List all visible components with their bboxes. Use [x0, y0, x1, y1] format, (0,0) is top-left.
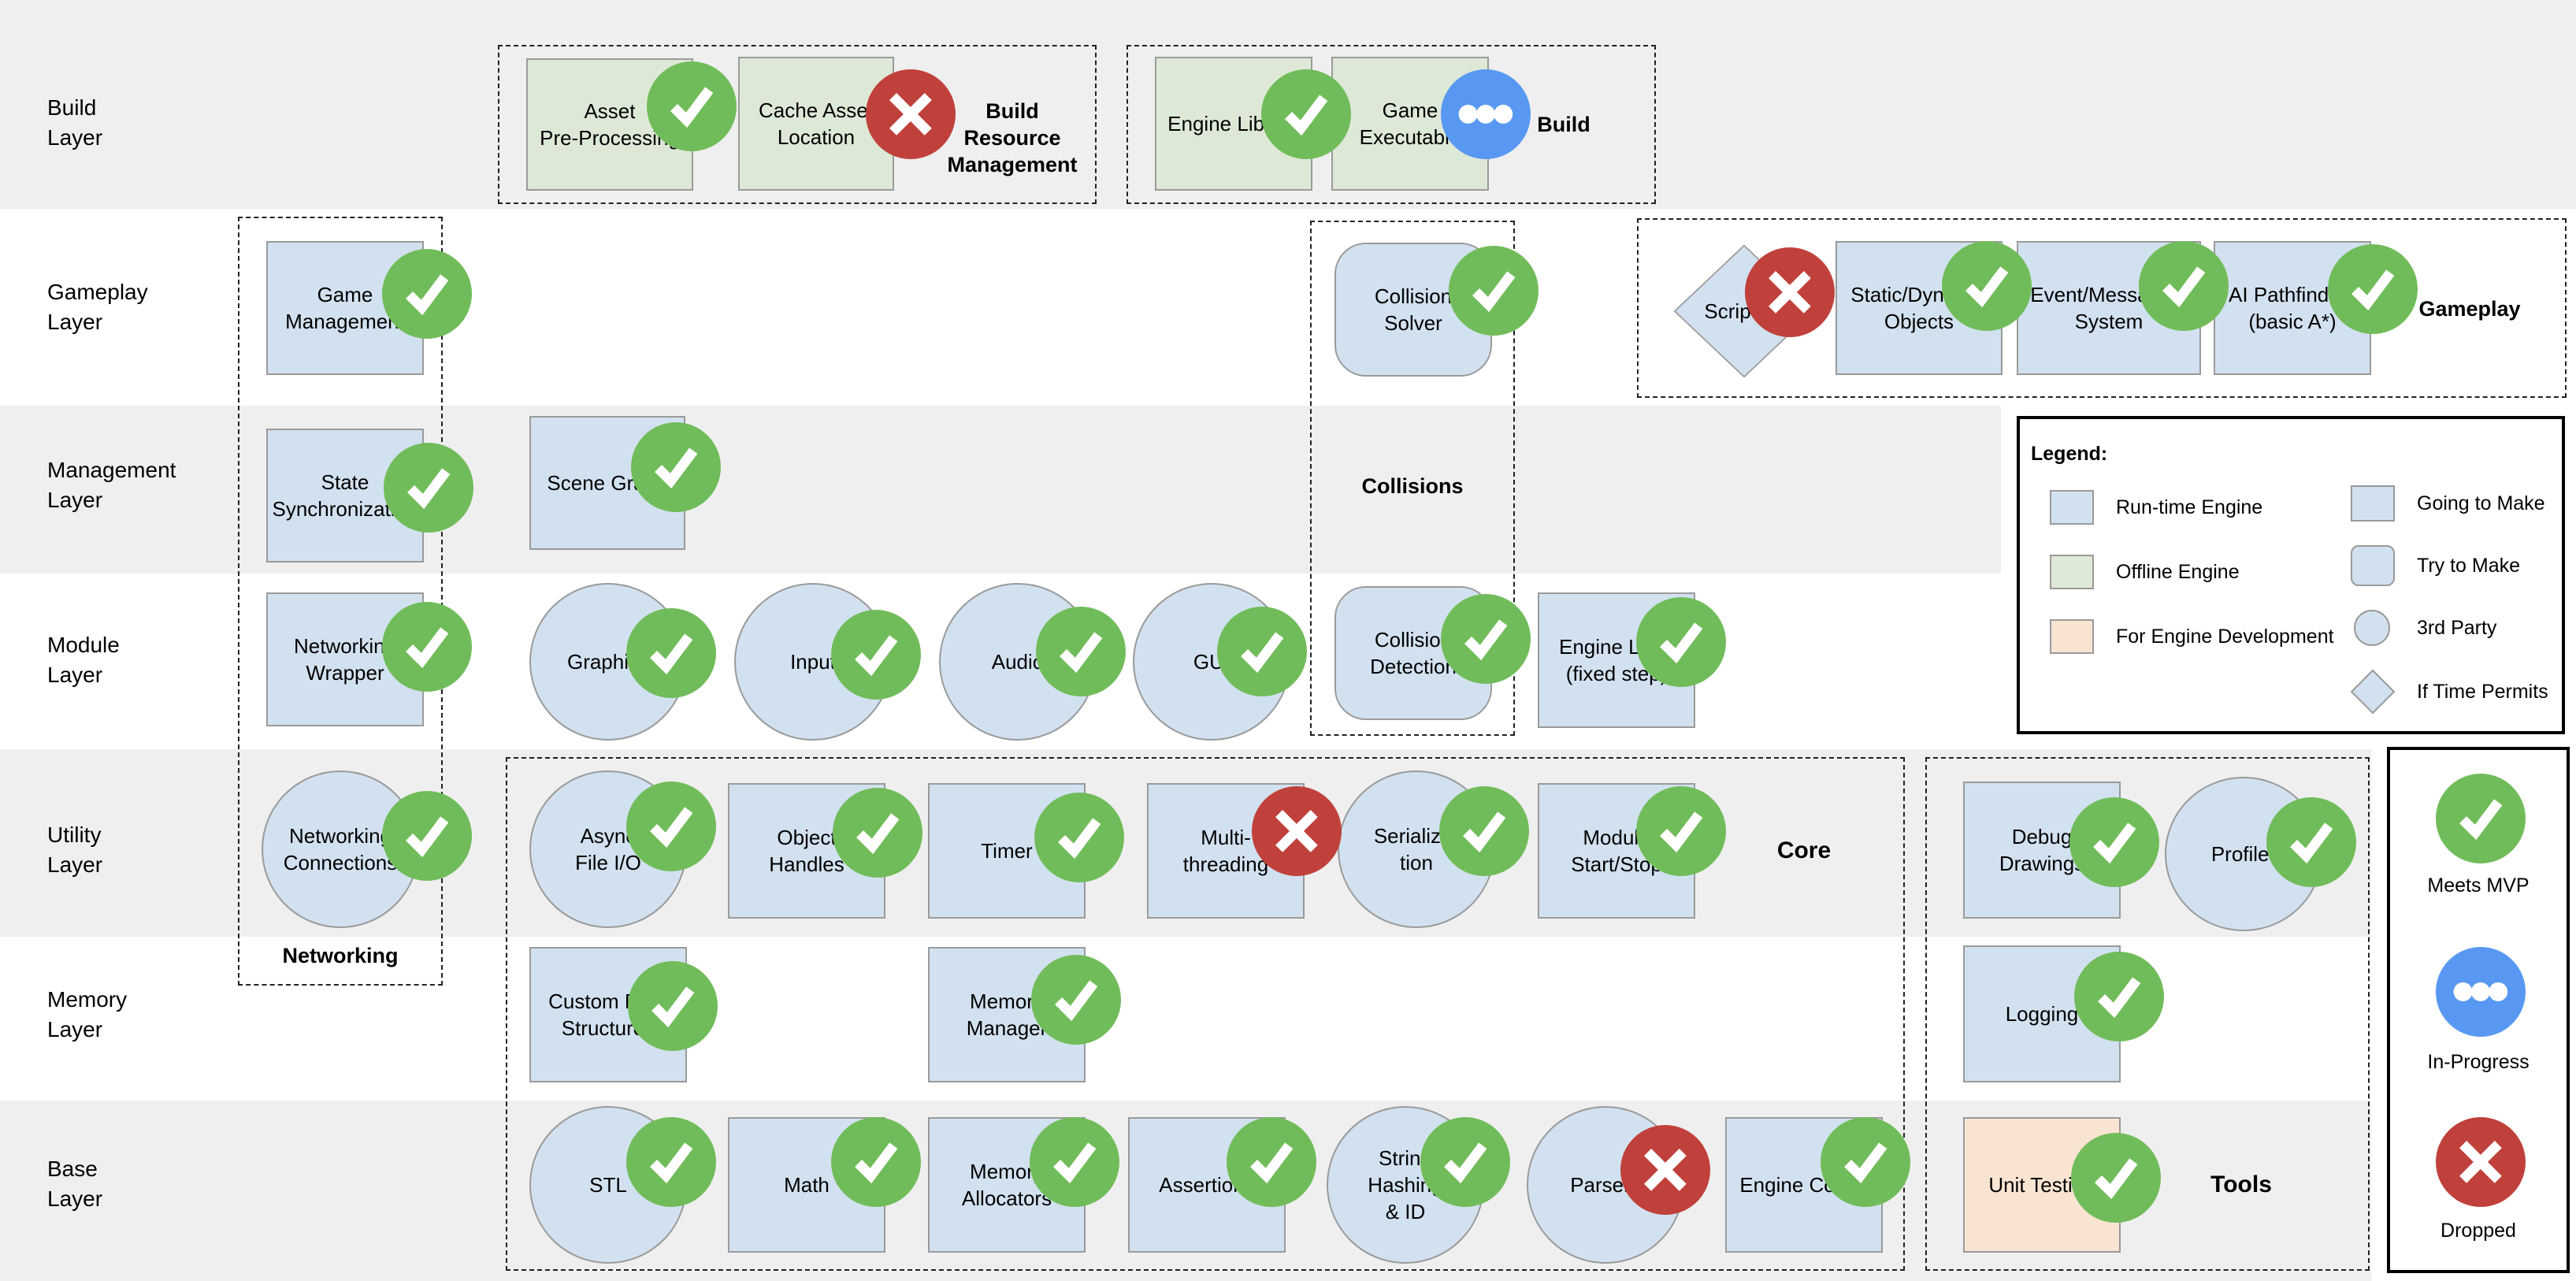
legend-label: Going to Make: [2417, 492, 2545, 514]
group-label-build: Build: [1537, 113, 1591, 136]
check-icon: [626, 782, 716, 871]
check-icon: [1031, 955, 1121, 1045]
swatch-runtime: [2050, 490, 2094, 525]
legend-label: If Time Permits: [2417, 680, 2548, 703]
check-icon: [1030, 1117, 1119, 1207]
check-icon: [1420, 1117, 1510, 1207]
check-icon: [1449, 246, 1539, 336]
legend-label: For Engine Development: [2116, 625, 2334, 648]
group-label-networking: Networking: [282, 944, 399, 967]
group-label-core: Core: [1776, 837, 1832, 863]
legend-label: Try to Make: [2417, 554, 2521, 577]
check-icon: [2074, 952, 2164, 1042]
legend: Legend: Run-time Engine Offline Engine F…: [2017, 416, 2565, 734]
check-icon: [831, 1117, 921, 1207]
layer-label-gameplay: Gameplay Layer: [47, 280, 148, 334]
status-label-dropped: Dropped: [2441, 1220, 2516, 1242]
group-label-collisions: Collisions: [1361, 474, 1464, 498]
check-icon: [2139, 241, 2229, 331]
check-icon: [1636, 597, 1726, 687]
legend-title: Legend:: [2031, 443, 2108, 465]
check-icon: [1036, 607, 1126, 696]
group-label-tools: Tools: [2210, 1171, 2272, 1197]
check-icon: [382, 791, 472, 881]
check-icon: [1227, 1117, 1316, 1207]
layer-label-utility: Utility Layer: [47, 822, 103, 877]
node-label: Timer: [981, 839, 1033, 863]
node-label: STL: [589, 1173, 627, 1197]
node-label: Math: [784, 1173, 830, 1197]
check-icon: [626, 608, 716, 698]
check-icon: [1636, 786, 1726, 876]
check-icon: [647, 61, 737, 151]
check-icon: [628, 961, 718, 1051]
cross-icon: [1620, 1125, 1710, 1215]
layer-label-management: Management Layer: [47, 458, 176, 512]
check-icon: [2436, 774, 2526, 863]
check-icon: [1217, 607, 1307, 696]
node-label: Cache Asset Location: [759, 98, 874, 149]
cross-icon: [866, 69, 956, 159]
node-label: Collision Solver: [1374, 284, 1453, 335]
check-icon: [1942, 241, 2032, 331]
group-label-gameplay: Gameplay: [2418, 297, 2521, 321]
swatch-offline: [2050, 555, 2094, 589]
check-icon: [631, 422, 721, 512]
check-icon: [831, 610, 921, 700]
cross-icon: [2436, 1117, 2526, 1207]
check-icon: [833, 788, 922, 878]
check-icon: [1441, 594, 1531, 684]
node-label: Input: [790, 650, 836, 674]
legend-item-try-to-make: Try to Make: [2351, 545, 2520, 586]
node-label: Networking Connections: [283, 824, 398, 874]
shape-circle-icon: [2354, 610, 2390, 646]
shape-diamond-icon: [2351, 670, 2395, 714]
check-icon: [2071, 1133, 2161, 1223]
check-icon: [382, 249, 472, 339]
layer-label-memory: Memory Layer: [47, 987, 128, 1042]
layer-label-module: Module Layer: [47, 633, 120, 687]
check-icon: [1439, 786, 1529, 876]
check-icon: [626, 1117, 716, 1207]
node-label: Logging: [2005, 1002, 2079, 1026]
swatch-dev: [2050, 619, 2094, 654]
check-icon: [1261, 69, 1351, 159]
check-icon: [384, 443, 473, 533]
group-label-build-resource-management: Build Resource Management: [947, 99, 1078, 176]
legend-label: Run-time Engine: [2116, 496, 2263, 518]
layer-label-base: Base Layer: [47, 1157, 103, 1211]
check-icon: [2266, 797, 2356, 887]
check-icon: [2069, 797, 2159, 887]
ellipsis-icon: [1441, 69, 1531, 159]
check-icon: [2328, 244, 2418, 334]
legend-item-going-to-make: Going to Make: [2351, 485, 2545, 522]
node-label: Networking Wrapper: [293, 634, 397, 685]
legend-item-dev: For Engine Development: [2050, 619, 2334, 654]
legend-label: Offline Engine: [2116, 560, 2240, 583]
check-icon: [1034, 793, 1124, 882]
shape-square-icon: [2351, 485, 2395, 522]
legend-label: 3rd Party: [2417, 616, 2497, 639]
legend-item-3rd-party: 3rd Party: [2351, 610, 2496, 646]
cross-icon: [1745, 247, 1835, 337]
status-legend: Meets MVP In-Progress Dropped: [2387, 747, 2570, 1273]
status-label-in-progress: In-Progress: [2427, 1051, 2530, 1073]
check-icon: [1821, 1117, 1910, 1207]
check-icon: [382, 602, 472, 692]
layer-label-build: Build Layer: [47, 95, 103, 150]
cross-icon: [1252, 786, 1342, 876]
ellipsis-icon: [2436, 947, 2526, 1037]
legend-item-offline: Offline Engine: [2050, 555, 2240, 589]
legend-item-if-time-permits: If Time Permits: [2351, 670, 2548, 714]
status-label-meets-mvp: Meets MVP: [2427, 874, 2530, 897]
shape-rounded-icon: [2351, 545, 2395, 586]
legend-item-runtime: Run-time Engine: [2050, 490, 2262, 525]
